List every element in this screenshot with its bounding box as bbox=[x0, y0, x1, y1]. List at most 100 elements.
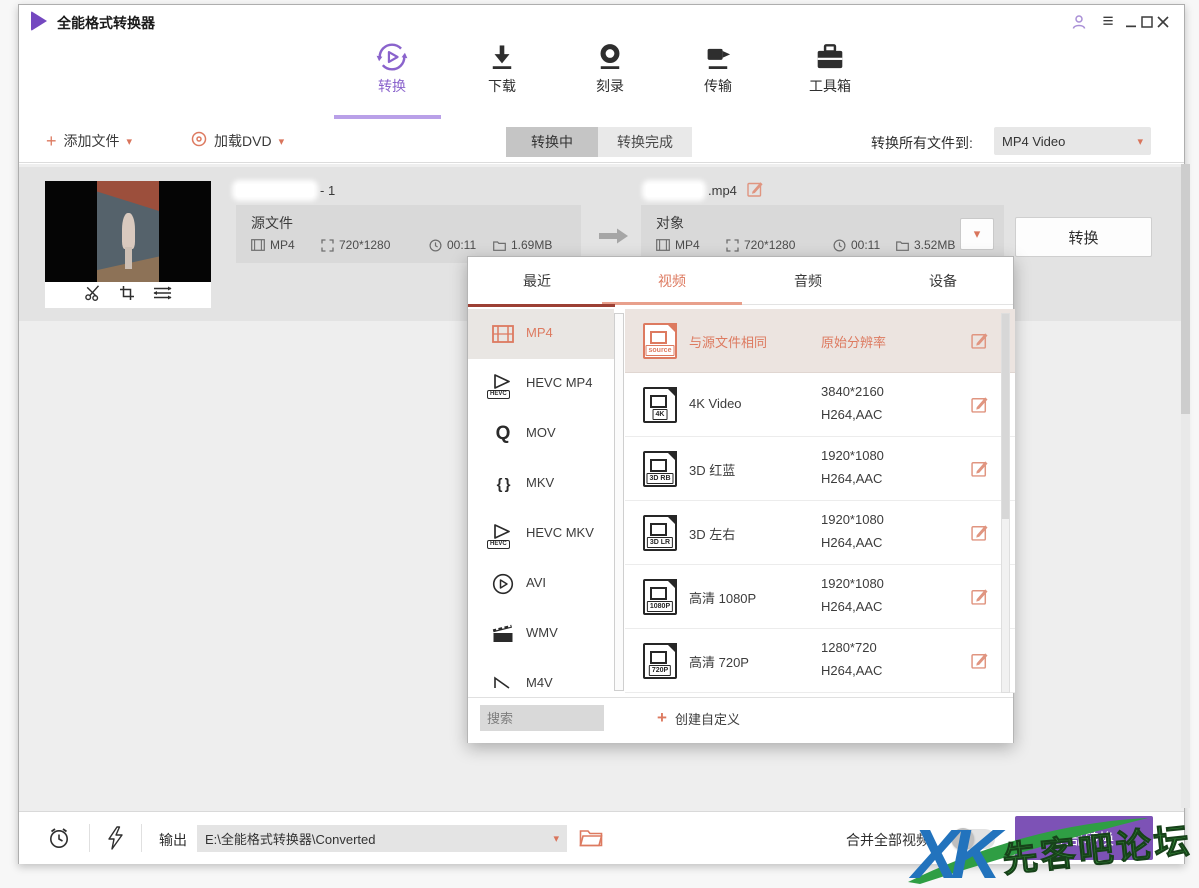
popup-tab-video[interactable]: 视频 bbox=[617, 257, 727, 305]
nav-tab-burn[interactable]: 刻录 bbox=[570, 41, 650, 103]
nav-tab-toolbox[interactable]: 工具箱 bbox=[790, 41, 870, 103]
preset-item-3d-leftright[interactable]: 3D LR 3D 左右 1920*1080 H264,AAC bbox=[625, 501, 1015, 565]
crop-icon[interactable] bbox=[119, 285, 135, 306]
close-button[interactable] bbox=[1153, 13, 1173, 31]
create-custom-button[interactable]: + 创建自定义 bbox=[657, 705, 740, 731]
format-list-scrollbar[interactable] bbox=[614, 313, 624, 691]
format-item-mp4[interactable]: MP4 bbox=[468, 309, 614, 359]
thumbnail-toolbar bbox=[45, 282, 211, 308]
account-icon[interactable] bbox=[1069, 13, 1089, 31]
hevc-play-icon: HEVC bbox=[490, 521, 516, 547]
nav-tab-convert[interactable]: 转换 bbox=[352, 41, 432, 103]
preset-item-hd720p[interactable]: 720P 高清 720P 1280*720 H264,AAC bbox=[625, 629, 1015, 693]
schedule-clock-icon[interactable] bbox=[47, 826, 71, 855]
target-panel-title: 对象 bbox=[656, 213, 684, 233]
add-file-button[interactable]: + 添加文件 ▾ bbox=[46, 130, 132, 152]
target-file-name: .mp4 bbox=[646, 181, 764, 199]
tab-converting[interactable]: 转换中 bbox=[506, 127, 598, 157]
main-scrollbar[interactable] bbox=[1181, 164, 1190, 808]
format-item-hevc-mkv[interactable]: HEVC HEVC MKV bbox=[468, 509, 614, 559]
nav-tab-download[interactable]: 下载 bbox=[462, 41, 542, 103]
popup-tab-device[interactable]: 设备 bbox=[888, 257, 998, 305]
redacted-file-name bbox=[236, 184, 314, 197]
format-list: MP4 HEVC HEVC MP4 Q MOV { } MKV HEV bbox=[468, 309, 614, 697]
app-logo-icon bbox=[31, 11, 47, 31]
format-item-wmv[interactable]: WMV bbox=[468, 609, 614, 659]
folder-icon bbox=[493, 240, 506, 251]
preset-list-scrollbar[interactable] bbox=[1001, 313, 1010, 693]
chevron-down-icon: ▾ bbox=[1137, 135, 1143, 148]
source-file-name: - 1 bbox=[236, 181, 335, 199]
output-path-input[interactable] bbox=[197, 831, 553, 846]
convert-all-button[interactable]: 全部转换 bbox=[1015, 816, 1153, 860]
popup-tab-audio[interactable]: 音频 bbox=[753, 257, 863, 305]
resolution-icon bbox=[726, 239, 739, 252]
preset-edit-icon[interactable] bbox=[971, 523, 989, 546]
nav-tab-transfer[interactable]: 传输 bbox=[678, 41, 758, 103]
load-dvd-button[interactable]: 加载DVD ▾ bbox=[191, 130, 284, 152]
clock-icon bbox=[429, 239, 442, 252]
burn-disc-icon bbox=[570, 41, 650, 75]
open-folder-icon[interactable] bbox=[579, 828, 603, 852]
source-resolution: 720*1280 bbox=[321, 238, 390, 252]
main-scrollbar-thumb[interactable] bbox=[1181, 164, 1190, 414]
popup-tab-recent[interactable]: 最近 bbox=[482, 257, 592, 305]
folder-icon bbox=[896, 240, 909, 251]
tab-finished[interactable]: 转换完成 bbox=[598, 127, 692, 157]
search-input[interactable] bbox=[480, 705, 604, 731]
preset-edit-icon[interactable] bbox=[971, 459, 989, 482]
merge-all-label: 合并全部视频 bbox=[846, 830, 930, 850]
preset-source-icon: source bbox=[643, 323, 677, 359]
source-duration: 00:11 bbox=[429, 238, 476, 252]
toolbar: + 添加文件 ▾ 加载DVD ▾ 转换中 转换完成 转换所有文件到: MP4 V… bbox=[19, 119, 1184, 163]
format-item-hevc-mp4[interactable]: HEVC HEVC MP4 bbox=[468, 359, 614, 409]
plus-icon: + bbox=[46, 131, 57, 152]
preset-edit-icon[interactable] bbox=[971, 587, 989, 610]
mp4-film-icon bbox=[490, 321, 516, 347]
preset-item-hd1080p[interactable]: 1080P 高清 1080P 1920*1080 H264,AAC bbox=[625, 565, 1015, 629]
format-item-avi[interactable]: AVI bbox=[468, 559, 614, 609]
convert-row-button[interactable]: 转换 bbox=[1015, 217, 1152, 257]
trim-scissors-icon[interactable] bbox=[84, 284, 101, 306]
popup-footer: + 创建自定义 bbox=[468, 697, 1013, 743]
output-path-dropdown[interactable]: ▾ bbox=[197, 825, 567, 852]
clapperboard-icon bbox=[490, 621, 516, 647]
format-item-mkv[interactable]: { } MKV bbox=[468, 459, 614, 509]
download-icon bbox=[462, 41, 542, 75]
source-panel-title: 源文件 bbox=[251, 213, 293, 233]
toggle-knob bbox=[952, 828, 974, 850]
target-duration: 00:11 bbox=[833, 238, 880, 252]
matroska-icon: { } bbox=[490, 471, 516, 497]
chevron-down-icon: ▾ bbox=[279, 135, 285, 148]
app-title: 全能格式转换器 bbox=[57, 13, 155, 33]
bottom-bar: 输出 ▾ 合并全部视频 全部转换 bbox=[19, 811, 1184, 864]
preset-item-4k[interactable]: 4K 4K Video 3840*2160 H264,AAC bbox=[625, 373, 1015, 437]
toolbox-icon bbox=[790, 41, 870, 75]
output-format-dropdown[interactable]: MP4 Video ▾ bbox=[994, 127, 1151, 155]
target-format: MP4 bbox=[656, 238, 700, 252]
rename-edit-icon[interactable] bbox=[747, 180, 764, 200]
film-icon bbox=[656, 239, 670, 251]
preset-3dlr-icon: 3D LR bbox=[643, 515, 677, 551]
target-resolution: 720*1280 bbox=[726, 238, 795, 252]
preset-scrollbar-thumb[interactable] bbox=[1002, 314, 1009, 519]
preset-edit-icon[interactable] bbox=[971, 331, 989, 354]
popup-active-tab-underline bbox=[602, 302, 742, 305]
play-circle-icon bbox=[490, 571, 516, 597]
high-speed-bolt-icon[interactable] bbox=[105, 826, 125, 855]
preset-item-same-as-source[interactable]: source 与源文件相同 原始分辨率 bbox=[625, 309, 1015, 373]
preset-item-3d-redblue[interactable]: 3D RB 3D 红蓝 1920*1080 H264,AAC bbox=[625, 437, 1015, 501]
menu-icon[interactable]: ≡ bbox=[1098, 13, 1118, 31]
preset-edit-icon[interactable] bbox=[971, 395, 989, 418]
preset-list: source 与源文件相同 原始分辨率 4K 4K Video 3840*216… bbox=[625, 309, 1015, 697]
effects-sliders-icon[interactable] bbox=[153, 285, 172, 306]
video-thumbnail bbox=[45, 181, 211, 308]
format-item-mov[interactable]: Q MOV bbox=[468, 409, 614, 459]
target-format-dropdown-button[interactable]: ▾ bbox=[960, 218, 994, 250]
merge-toggle[interactable] bbox=[951, 829, 995, 849]
format-item-m4v[interactable]: M4V bbox=[468, 659, 614, 697]
plus-icon: + bbox=[657, 708, 667, 728]
preset-edit-icon[interactable] bbox=[971, 651, 989, 674]
source-info-panel: 源文件 MP4 720*1280 00:11 1.69MB bbox=[236, 205, 581, 263]
transfer-icon bbox=[678, 41, 758, 75]
